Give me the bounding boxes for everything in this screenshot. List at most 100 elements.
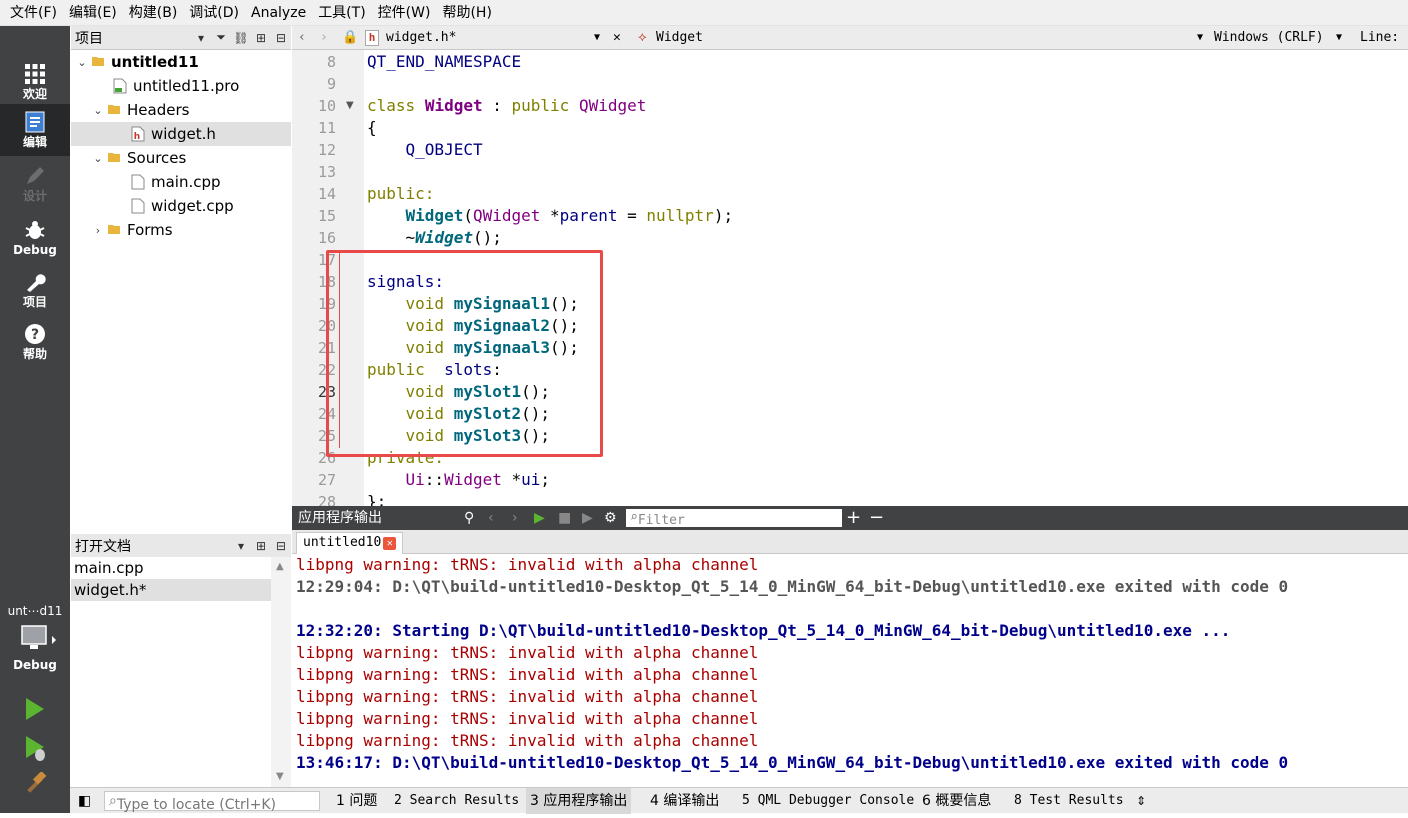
chevron-down-icon[interactable]: ▼ — [1336, 26, 1342, 50]
code-line: ~Widget(); — [367, 228, 502, 247]
mode-debug[interactable]: Debug — [0, 212, 70, 264]
chevron-down-icon[interactable]: ⌄ — [75, 56, 89, 69]
pane-app-output[interactable]: 3 应用程序输出 — [526, 788, 632, 814]
open-docs-title: 打开文档 — [75, 538, 131, 555]
attach-icon[interactable]: ⚲ — [464, 506, 474, 530]
output-tab[interactable]: untitled10 ✕ — [296, 532, 404, 554]
menu-edit[interactable]: 编辑(E) — [63, 0, 123, 26]
line-number: 14 — [317, 185, 336, 203]
scroll-up-icon[interactable]: ▲ — [276, 561, 284, 572]
chevron-down-icon[interactable]: ⌄ — [91, 104, 105, 117]
open-docs-list: main.cpp widget.h* — [71, 557, 271, 787]
menu-help[interactable]: 帮助(H) — [436, 0, 497, 26]
stop-icon[interactable]: ■ — [558, 506, 571, 530]
attach-debugger-icon[interactable]: ▶ — [582, 506, 593, 530]
menu-build[interactable]: 构建(B) — [123, 0, 184, 26]
output-filter-input[interactable]: ⌕ Filter — [626, 509, 842, 528]
svg-text:h: h — [134, 132, 140, 142]
nav-forward-icon[interactable]: › — [512, 506, 518, 530]
open-docs-scrollbar[interactable]: ▲ ▼ — [271, 557, 291, 787]
more-panes-icon[interactable]: ⇕ — [1136, 788, 1146, 814]
locator-input[interactable]: ⌕ Type to locate (Ctrl+K) — [104, 791, 320, 813]
tree-item-label: Sources — [127, 149, 187, 167]
open-file-name[interactable]: widget.h* — [386, 26, 456, 50]
rerun-icon[interactable]: ▶ — [534, 506, 545, 530]
scroll-down-icon[interactable]: ▼ — [276, 771, 284, 782]
tree-item-sources[interactable]: ⌄ Sources — [71, 146, 291, 170]
mode-project-label: 项目 — [22, 295, 47, 309]
tree-item-pro-file[interactable]: untitled11.pro — [71, 74, 291, 98]
split-icon[interactable]: ⊞ — [251, 539, 271, 553]
run-button[interactable] — [22, 696, 48, 726]
menu-controls[interactable]: 控件(W) — [372, 0, 437, 26]
chevron-down-icon[interactable]: ▼ — [1197, 26, 1203, 50]
folder-icon — [107, 102, 121, 118]
mode-welcome[interactable]: 欢迎 — [0, 56, 70, 108]
gear-icon[interactable]: ⚙ — [604, 506, 617, 530]
chevron-right-icon[interactable]: › — [91, 224, 105, 237]
pane-qml-debugger[interactable]: 5 QML Debugger Console — [738, 788, 918, 814]
chevron-down-icon[interactable]: ▾ — [231, 539, 251, 553]
output-line: libpng warning: tRNS: invalid with alpha… — [296, 665, 759, 684]
source-file-icon — [131, 198, 145, 214]
tree-item-main-cpp[interactable]: main.cpp — [71, 170, 291, 194]
open-doc-item[interactable]: widget.h* — [71, 579, 271, 601]
tree-item-project[interactable]: ⌄ untitled11 — [71, 50, 291, 74]
zoom-in-icon[interactable]: + — [846, 506, 861, 530]
close-panel-icon[interactable]: ⊟ — [271, 31, 291, 45]
mode-edit[interactable]: 编辑 — [0, 104, 70, 156]
pane-search-results[interactable]: 2 Search Results — [390, 788, 523, 814]
zoom-out-icon[interactable]: − — [869, 506, 884, 530]
close-icon[interactable]: ✕ — [383, 537, 397, 550]
mode-selector: 欢迎 编辑 设计 Debug 项目 ? 帮助 unt⋯d11 Debug — [0, 26, 70, 813]
mode-edit-label: 编辑 — [22, 135, 47, 149]
mode-debug-label: Debug — [13, 243, 57, 257]
pane-compile-output[interactable]: 4 编译输出 — [646, 788, 723, 814]
pane-test-results[interactable]: 8 Test Results — [1010, 788, 1128, 814]
mode-help[interactable]: ? 帮助 — [0, 316, 70, 368]
close-panel-icon[interactable]: ⊟ — [271, 539, 291, 553]
pane-general-messages[interactable]: 6 概要信息 — [918, 788, 995, 814]
debug-run-button[interactable] — [22, 734, 48, 766]
menu-analyze[interactable]: Analyze — [245, 0, 312, 26]
tree-item-widget-h[interactable]: h widget.h — [71, 122, 291, 146]
nav-forward-icon[interactable]: › — [320, 26, 328, 50]
output-console[interactable]: libpng warning: tRNS: invalid with alpha… — [292, 554, 1408, 787]
pencil-icon — [27, 167, 44, 184]
fold-marker-icon[interactable]: ▼ — [346, 95, 354, 117]
hammer-icon — [27, 770, 47, 793]
open-doc-item[interactable]: main.cpp — [71, 557, 271, 579]
line-number: 28 — [317, 493, 336, 506]
code-line: QT_END_NAMESPACE — [367, 52, 522, 71]
filter-icon[interactable]: ⏷ — [211, 30, 231, 45]
pane-issues[interactable]: 1 问题 — [332, 788, 381, 814]
menu-debug[interactable]: 调试(D) — [183, 0, 245, 26]
tree-item-forms[interactable]: › Forms — [71, 218, 291, 242]
split-icon[interactable]: ⊞ — [251, 31, 271, 45]
build-button[interactable] — [22, 770, 48, 802]
link-icon[interactable]: ⛓ — [231, 31, 251, 45]
kit-selector[interactable] — [20, 624, 56, 658]
mode-design-label: 设计 — [22, 189, 47, 203]
menu-file[interactable]: 文件(F) — [4, 0, 63, 26]
toggle-sidebar-icon[interactable]: ◧ — [78, 788, 91, 814]
tree-item-widget-cpp[interactable]: widget.cpp — [71, 194, 291, 218]
nav-back-icon[interactable]: ‹ — [298, 26, 306, 50]
annotation-highlight-box — [326, 250, 603, 457]
line-ending-selector[interactable]: Windows (CRLF) — [1214, 26, 1324, 50]
menu-tools[interactable]: 工具(T) — [312, 0, 371, 26]
close-icon[interactable]: ✕ — [613, 26, 621, 50]
chevron-down-icon[interactable]: ⌄ — [91, 152, 105, 165]
chevron-down-icon[interactable]: ▼ — [594, 26, 600, 50]
mode-design[interactable]: 设计 — [0, 158, 70, 210]
line-indicator[interactable]: Line: — [1360, 26, 1399, 50]
tree-item-label: untitled11.pro — [133, 77, 240, 95]
symbol-selector[interactable]: Widget — [656, 26, 703, 50]
tree-item-headers[interactable]: ⌄ Headers — [71, 98, 291, 122]
output-pane-header: 应用程序输出 ⚲ ‹ › ▶ ■ ▶ ⚙ ⌕ Filter + − — [292, 506, 1408, 530]
chevron-down-icon[interactable]: ▾ — [191, 31, 211, 45]
mode-project[interactable]: 项目 — [0, 264, 70, 316]
grid-icon — [25, 64, 45, 84]
tree-item-label: widget.h — [151, 125, 216, 143]
nav-back-icon[interactable]: ‹ — [488, 506, 494, 530]
